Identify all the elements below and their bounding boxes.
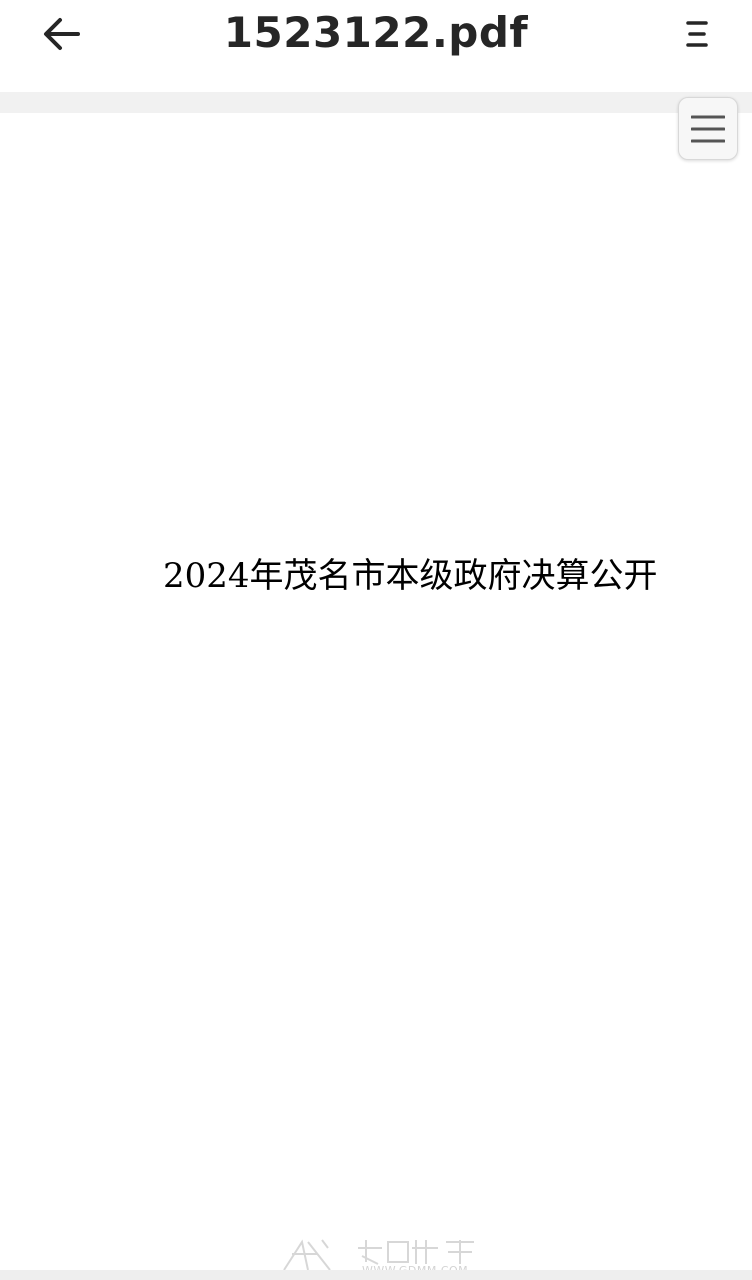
back-button[interactable] [30,8,94,60]
page-gap [0,92,752,113]
hamburger-menu-icon [691,115,725,142]
vertical-lines-menu-icon [686,21,708,47]
pdf-page[interactable]: 2024年茂名市本级政府决算公开 [0,113,752,1270]
more-menu-button[interactable] [672,8,722,60]
pdf-viewer: 1523122.pdf 2024年茂名市本级政府决算公开 WWW.GDMM.CO… [0,0,752,1280]
table-of-contents-button[interactable] [678,97,738,160]
document-title: 1523122.pdf [223,8,529,57]
page-heading: 2024年茂名市本级政府决算公开 [163,556,658,596]
bottom-gap [0,1270,752,1280]
arrow-left-icon [44,18,80,50]
top-app-bar: 1523122.pdf [0,0,752,92]
